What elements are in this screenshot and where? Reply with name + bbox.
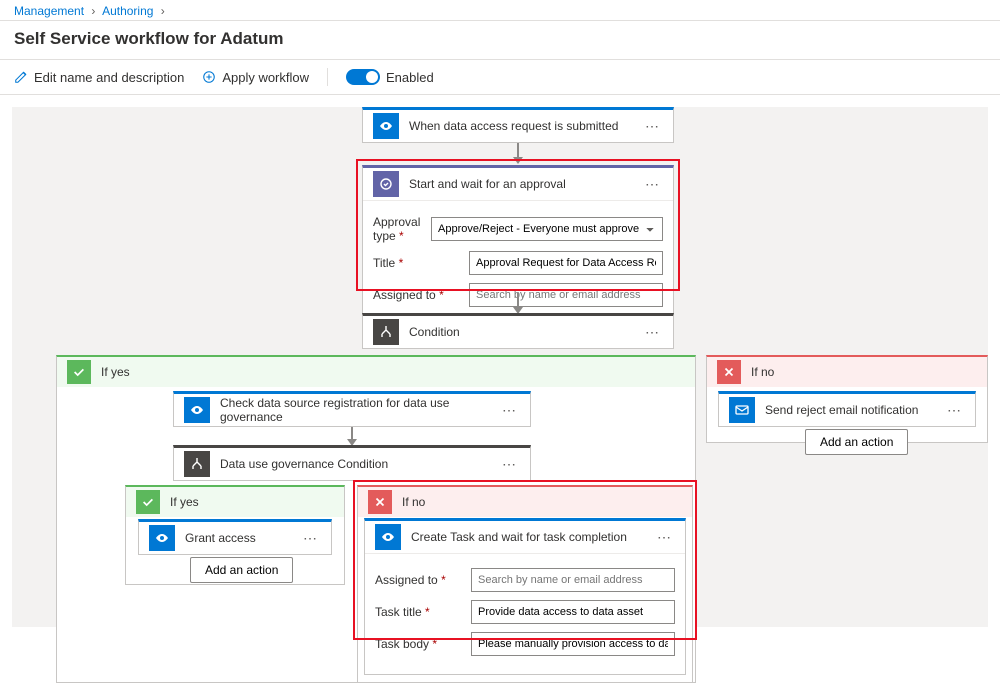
eye-icon (375, 524, 401, 550)
reject-email-title: Send reject email notification (765, 403, 933, 417)
close-icon (717, 360, 741, 384)
approval-icon (373, 171, 399, 197)
condition-menu[interactable]: ⋯ (641, 324, 663, 341)
create-task-menu[interactable]: ⋯ (653, 529, 675, 546)
close-icon (368, 490, 392, 514)
check-ds-node[interactable]: Check data source registration for data … (173, 391, 531, 427)
condition-node[interactable]: Condition ⋯ (362, 313, 674, 349)
breadcrumb: Management › Authoring › (14, 4, 986, 18)
page-header: Self Service workflow for Adatum (0, 21, 1000, 59)
grant-access-node[interactable]: Grant access ⋯ (138, 519, 332, 555)
approval-assigned-label: Assigned to * (373, 288, 469, 302)
approval-title-input[interactable] (469, 251, 663, 275)
page-title: Self Service workflow for Adatum (14, 29, 986, 49)
trigger-menu[interactable]: ⋯ (641, 118, 663, 135)
breadcrumb-authoring[interactable]: Authoring (102, 4, 153, 18)
enabled-toggle-group: Enabled (346, 69, 434, 85)
add-action-outer-no[interactable]: Add an action (805, 429, 908, 455)
dug-condition-title: Data use governance Condition (220, 457, 488, 471)
chevron-right-icon: › (91, 4, 95, 18)
dug-condition-node[interactable]: Data use governance Condition ⋯ (173, 445, 531, 481)
branch-no-label: If no (751, 365, 774, 379)
breadcrumb-management[interactable]: Management (14, 4, 84, 18)
task-title-input[interactable] (471, 600, 675, 624)
dug-condition-menu[interactable]: ⋯ (498, 456, 520, 473)
branch-no-label: If no (402, 495, 425, 509)
apply-workflow[interactable]: Apply workflow (202, 70, 309, 85)
check-icon (136, 490, 160, 514)
reject-email-node[interactable]: Send reject email notification ⋯ (718, 391, 976, 427)
create-task-node[interactable]: Create Task and wait for task completion… (364, 518, 686, 675)
trigger-title: When data access request is submitted (409, 119, 631, 133)
approval-type-select[interactable]: Approve/Reject - Everyone must approve (431, 217, 663, 241)
task-title-label: Task title * (375, 605, 471, 619)
toolbar: Edit name and description Apply workflow… (0, 59, 1000, 95)
trigger-node[interactable]: When data access request is submitted ⋯ (362, 107, 674, 143)
create-task-title: Create Task and wait for task completion (411, 530, 643, 544)
check-ds-menu[interactable]: ⋯ (498, 402, 520, 419)
enabled-label: Enabled (386, 70, 434, 85)
check-icon (67, 360, 91, 384)
eye-icon (184, 397, 210, 423)
check-ds-title: Check data source registration for data … (220, 396, 488, 424)
approval-title: Start and wait for an approval (409, 177, 631, 191)
task-body-label: Task body * (375, 637, 471, 651)
pencil-icon (14, 70, 28, 84)
condition-title: Condition (409, 325, 631, 339)
reject-email-menu[interactable]: ⋯ (943, 402, 965, 419)
chevron-right-icon: › (161, 4, 165, 18)
toolbar-divider (327, 68, 328, 86)
task-assigned-label: Assigned to * (375, 573, 471, 587)
task-body-input[interactable] (471, 632, 675, 656)
plus-circle-icon (202, 70, 216, 84)
eye-icon (373, 113, 399, 139)
mail-icon (729, 397, 755, 423)
approval-assigned-input[interactable] (469, 283, 663, 307)
task-assigned-input[interactable] (471, 568, 675, 592)
grant-access-menu[interactable]: ⋯ (299, 530, 321, 547)
branch-yes-label: If yes (101, 365, 130, 379)
branch-yes-label: If yes (170, 495, 199, 509)
grant-access-title: Grant access (185, 531, 289, 545)
approval-title-label: Title * (373, 256, 469, 270)
enabled-toggle[interactable] (346, 69, 380, 85)
approval-menu[interactable]: ⋯ (641, 176, 663, 193)
approval-type-label: Approval type * (373, 215, 431, 243)
condition-icon (184, 451, 210, 477)
workflow-canvas: When data access request is submitted ⋯ … (12, 107, 988, 627)
condition-icon (373, 319, 399, 345)
top-bar: Management › Authoring › (0, 0, 1000, 21)
eye-icon (149, 525, 175, 551)
add-action-inner-yes[interactable]: Add an action (190, 557, 293, 583)
edit-name-description[interactable]: Edit name and description (14, 70, 184, 85)
